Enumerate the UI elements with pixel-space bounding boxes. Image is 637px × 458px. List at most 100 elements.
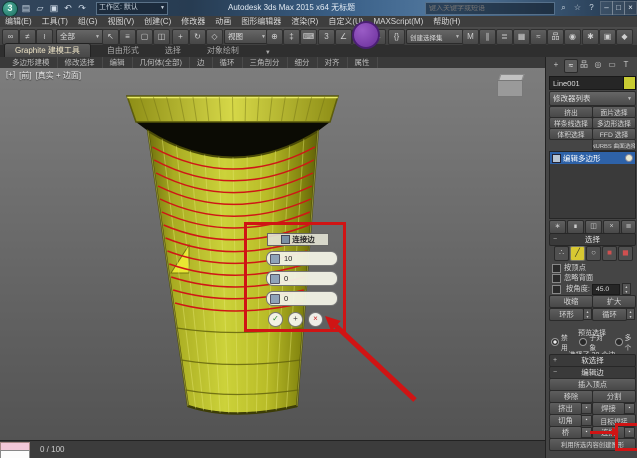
spin-down-icon[interactable]: ▾: [584, 314, 591, 319]
ignore-backfacing-checkbox[interactable]: [552, 274, 561, 283]
select-rotate-icon[interactable]: ↻: [189, 29, 206, 45]
spin-down-icon[interactable]: ▾: [623, 289, 630, 294]
select-by-name-icon[interactable]: ≡: [119, 29, 136, 45]
vertex-subobject-icon[interactable]: ∴: [554, 246, 569, 261]
named-selection-dropdown[interactable]: 创建选择集 ▼: [406, 29, 464, 44]
by-vertex-row[interactable]: 按顶点: [552, 263, 586, 273]
bulb-icon[interactable]: [625, 154, 633, 162]
tab-selection[interactable]: 选择: [155, 44, 191, 57]
panel-subdivision[interactable]: 细分: [288, 57, 318, 68]
viewport-menu-general[interactable]: [+]: [6, 70, 15, 81]
curve-editor-icon[interactable]: ≈: [530, 29, 547, 45]
ring-spinner[interactable]: ▴▾: [583, 308, 592, 320]
workspace-dropdown[interactable]: 工作区: 默认 ▼: [96, 2, 168, 15]
panel-modify-selection[interactable]: 修改选择: [58, 57, 103, 68]
edit-named-selections-icon[interactable]: {}: [388, 29, 405, 45]
spin-down-icon[interactable]: ▾: [627, 314, 634, 319]
remove-modifier-icon[interactable]: ×: [603, 220, 620, 234]
weld-settings-icon[interactable]: ▪: [624, 403, 635, 414]
caddy-ok-button[interactable]: ✓: [268, 312, 283, 327]
panel-edit[interactable]: 编辑: [103, 57, 133, 68]
panel-polygon-modeling[interactable]: 多边形建模: [5, 57, 58, 68]
menu-views[interactable]: 视图(V): [107, 16, 134, 27]
panel-properties[interactable]: 属性: [348, 57, 378, 68]
favorites-icon[interactable]: ☆: [572, 2, 583, 13]
object-color-swatch[interactable]: [623, 76, 636, 90]
select-move-icon[interactable]: +: [172, 29, 189, 45]
mirror-icon[interactable]: M: [462, 29, 479, 45]
ignore-backfacing-row[interactable]: 忽略背面: [552, 273, 593, 283]
configure-sets-icon[interactable]: ≣: [621, 220, 636, 234]
redo-icon[interactable]: ↷: [76, 2, 88, 14]
angle-spinner[interactable]: ▴▾: [622, 283, 631, 295]
viewport-menu-shading[interactable]: [真实 + 边面]: [36, 70, 82, 81]
chamfer-settings-icon[interactable]: ▪: [581, 415, 592, 426]
make-unique-icon[interactable]: ◫: [585, 220, 602, 234]
panel-loops[interactable]: 循环: [213, 57, 243, 68]
tab-object-paint[interactable]: 对象绘制: [197, 44, 249, 57]
tab-freeform[interactable]: 自由形式: [97, 44, 149, 57]
panel-tris[interactable]: 三角剖分: [243, 57, 288, 68]
menu-modifiers[interactable]: 修改器: [181, 16, 205, 27]
material-editor-icon[interactable]: ◉: [564, 29, 581, 45]
pin-stack-icon[interactable]: ∗: [549, 220, 566, 234]
modifier-button-vol-select[interactable]: 体积选择: [549, 128, 593, 140]
open-file-icon[interactable]: ▱: [34, 2, 46, 14]
stack-item-edit-poly[interactable]: 编辑多边形: [550, 152, 635, 164]
grow-button[interactable]: 扩大: [592, 295, 636, 308]
caddy-title[interactable]: 连接边: [267, 233, 329, 246]
close-button[interactable]: ×: [624, 1, 637, 15]
menu-help[interactable]: 帮助(H): [433, 16, 460, 27]
modifier-list-dropdown[interactable]: 修改器列表 ▼: [549, 91, 636, 106]
utilities-tab-icon[interactable]: T: [620, 59, 632, 71]
motion-tab-icon[interactable]: ◎: [592, 59, 604, 71]
viewcube-front-face[interactable]: [497, 80, 523, 97]
caddy-pinch-field[interactable]: 0: [266, 271, 338, 286]
by-angle-checkbox[interactable]: [552, 285, 561, 294]
by-vertex-checkbox[interactable]: [552, 264, 561, 273]
menu-group[interactable]: 组(G): [78, 16, 98, 27]
create-tab-icon[interactable]: +: [550, 59, 562, 71]
render-setup-icon[interactable]: ✱: [582, 29, 599, 45]
panel-align[interactable]: 对齐: [318, 57, 348, 68]
select-scale-icon[interactable]: ◇: [206, 29, 223, 45]
menu-edit[interactable]: 编辑(E): [5, 16, 32, 27]
menu-tools[interactable]: 工具(T): [42, 16, 68, 27]
snap-toggle-icon[interactable]: 3: [318, 29, 335, 45]
region-select-icon[interactable]: ▢: [136, 29, 153, 45]
loop-spinner[interactable]: ▴▾: [626, 308, 635, 320]
select-object-icon[interactable]: ↖: [102, 29, 119, 45]
element-subobject-icon[interactable]: ◼: [618, 246, 633, 261]
layer-manager-icon[interactable]: ≣: [496, 29, 513, 45]
schematic-view-icon[interactable]: 品: [547, 29, 564, 45]
align-icon[interactable]: ∥: [479, 29, 496, 45]
extrude-settings-icon[interactable]: ▪: [581, 403, 592, 414]
menu-rendering[interactable]: 渲染(R): [291, 16, 318, 27]
search-icon[interactable]: ⌕: [558, 2, 569, 13]
render-production-icon[interactable]: ◆: [616, 29, 633, 45]
modifier-button-nurbs-surf-select[interactable]: NURBS 曲面选择: [592, 139, 636, 151]
tab-graphite-modeling[interactable]: Graphite 建模工具: [4, 43, 91, 57]
caddy-apply-button[interactable]: +: [288, 312, 303, 327]
menu-animation[interactable]: 动画: [215, 16, 231, 27]
modifier-stack[interactable]: 编辑多边形: [549, 151, 636, 219]
show-end-result-icon[interactable]: ∎: [567, 220, 584, 234]
rendered-frame-icon[interactable]: ▣: [599, 29, 616, 45]
ring-button[interactable]: 环形: [549, 308, 584, 321]
by-angle-row[interactable]: 按角度: 45.0 ▴▾: [552, 283, 631, 295]
ribbon-toggle-icon[interactable]: ▦: [513, 29, 530, 45]
app-menu-button[interactable]: 3: [2, 1, 18, 17]
menu-maxscript[interactable]: MAXScript(M): [373, 17, 423, 26]
infocenter-search[interactable]: [425, 2, 555, 15]
edge-subobject-icon[interactable]: ╱: [570, 246, 585, 261]
caddy-slide-field[interactable]: 0: [266, 291, 338, 306]
new-file-icon[interactable]: ▤: [20, 2, 32, 14]
rollout-selection[interactable]: − 选择: [549, 233, 636, 246]
angle-value-field[interactable]: 45.0: [592, 284, 620, 295]
shrink-button[interactable]: 收缩: [549, 295, 593, 308]
save-file-icon[interactable]: ▣: [48, 2, 60, 14]
selection-filter-dropdown[interactable]: 全部 ▼: [56, 29, 104, 44]
display-tab-icon[interactable]: ▭: [606, 59, 618, 71]
ribbon-options-icon[interactable]: ▼: [255, 49, 281, 57]
undo-icon[interactable]: ↶: [62, 2, 74, 14]
